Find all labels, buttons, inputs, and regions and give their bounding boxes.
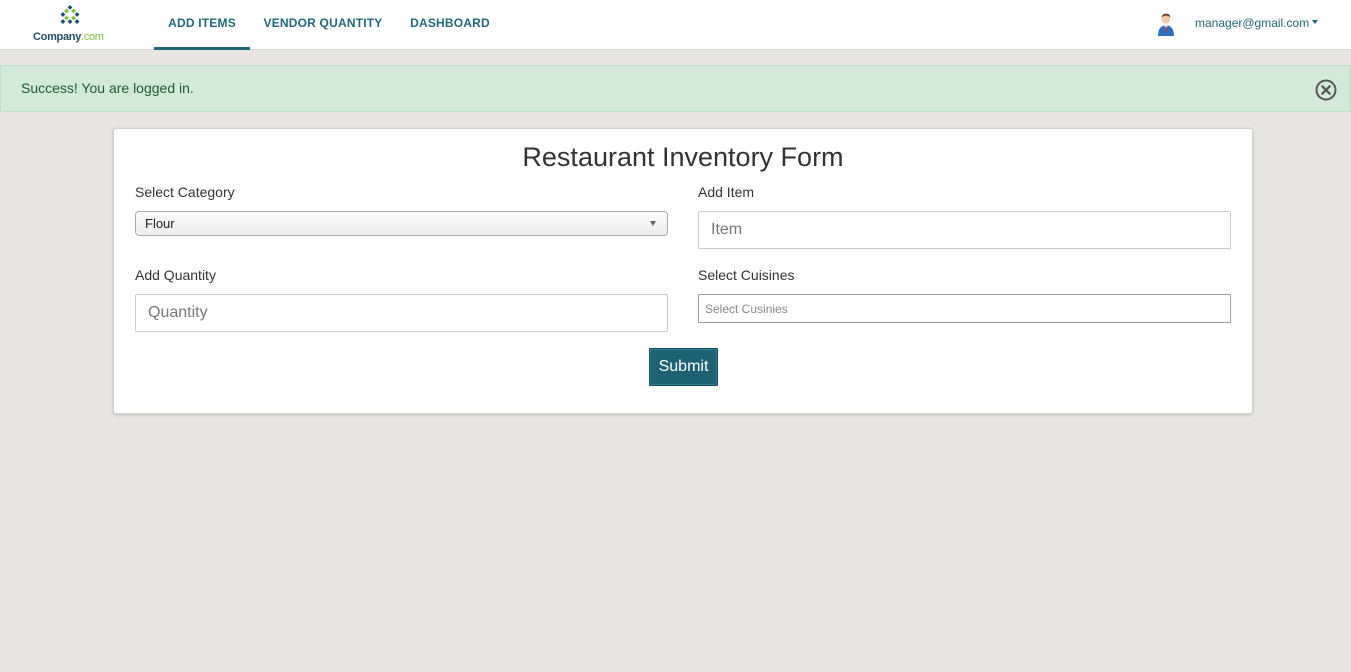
category-label: Select Category (135, 184, 235, 200)
nav-tab-add-items[interactable]: ADD ITEMS (154, 0, 250, 50)
logo-brand: Company (33, 31, 82, 43)
cuisines-placeholder: Select Cusinies (705, 302, 788, 316)
dropdown-arrow-icon (650, 221, 656, 226)
caret-down-icon (1312, 20, 1319, 24)
user-menu[interactable]: manager@gmail.com (1195, 16, 1319, 30)
category-select[interactable]: Flour (135, 211, 668, 236)
logo-tld: .com (81, 31, 104, 43)
logo-text: Company.com (33, 31, 104, 43)
user-avatar-icon[interactable] (1156, 12, 1176, 36)
submit-button[interactable]: Submit (649, 348, 718, 386)
company-logo[interactable]: Company.com (30, 3, 110, 47)
close-circle-icon[interactable] (1315, 79, 1337, 101)
item-label: Add Item (698, 184, 755, 200)
user-email: manager@gmail.com (1195, 16, 1310, 30)
quantity-input[interactable] (135, 294, 668, 332)
inventory-form-card: Restaurant Inventory Form Select Categor… (113, 128, 1253, 414)
top-navbar: Company.com ADD ITEMS VENDOR QUANTITY DA… (0, 0, 1351, 50)
diamond-grid-logo-icon (60, 5, 80, 24)
nav-tab-vendor-quantity[interactable]: VENDOR QUANTITY (258, 0, 388, 50)
category-selected-value: Flour (145, 216, 175, 231)
form-title: Restaurant Inventory Form (522, 142, 844, 172)
cuisines-multiselect[interactable]: Select Cusinies (698, 294, 1231, 323)
nav-tab-dashboard[interactable]: DASHBOARD (402, 0, 498, 50)
cuisines-label: Select Cuisines (698, 267, 795, 283)
quantity-label: Add Quantity (135, 267, 216, 283)
alert-message: Success! You are logged in. (21, 80, 194, 96)
success-alert: Success! You are logged in. (0, 65, 1351, 112)
item-input[interactable] (698, 211, 1231, 249)
